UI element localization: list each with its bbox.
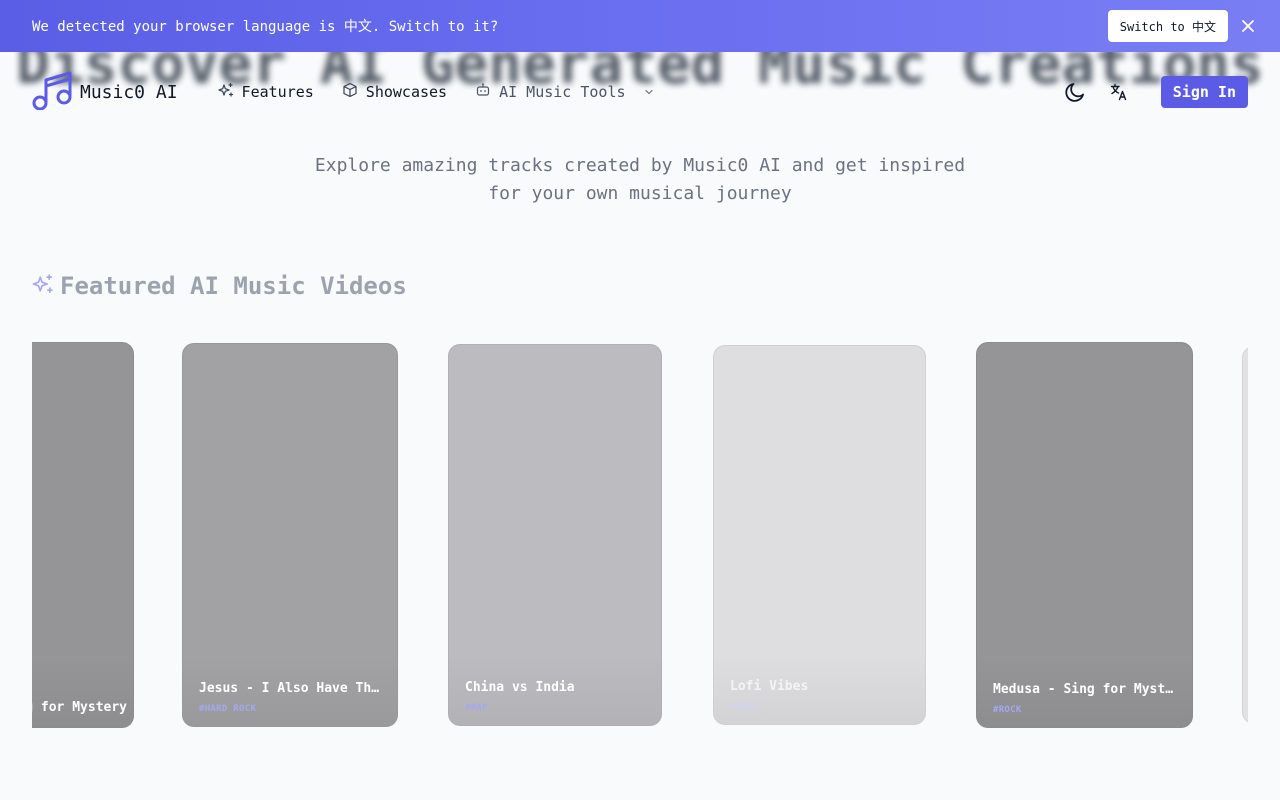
video-card-tag: #HARD ROCK <box>199 704 257 714</box>
nav-features-label: Features <box>241 83 314 101</box>
video-card-title: Medusa - Sing for Mystery <box>993 682 1176 697</box>
chevron-down-icon <box>644 83 654 101</box>
nav-ai-music-tools[interactable]: AI Music Tools <box>475 82 653 102</box>
language-banner-message: We detected your browser language is 中文.… <box>32 19 499 35</box>
video-card-tag: #RAP <box>465 703 488 713</box>
brand-link[interactable]: Music0 AI <box>32 70 178 114</box>
sparkles-icon <box>32 273 54 299</box>
translate-icon[interactable] <box>1101 74 1137 110</box>
nav-actions: Sign In <box>1057 74 1248 110</box>
hero-subtitle: Explore amazing tracks created by Music0… <box>0 152 1280 208</box>
sign-in-button[interactable]: Sign In <box>1160 76 1248 108</box>
video-card[interactable]: Medusa - Sing for Mystery #ROCK <box>976 342 1193 728</box>
switch-language-button[interactable]: Switch to 中文 <box>1107 10 1228 42</box>
video-card-title: Medusa - Sing for Mystery <box>32 700 127 715</box>
navbar: Music0 AI Features Showcases AI Music To… <box>0 52 1280 132</box>
nav-links: Features Showcases AI Music Tools <box>217 82 654 102</box>
hero-subtitle-line-2: for your own musical journey <box>488 183 792 204</box>
sparkles-icon <box>217 82 234 102</box>
video-card-tag: #ROCK <box>993 705 1022 715</box>
section-header: Featured AI Music Videos <box>32 272 407 300</box>
box-icon <box>342 82 358 102</box>
nav-ai-music-tools-label: AI Music Tools <box>499 83 626 101</box>
video-card[interactable]: Jesus - I Also Have Thorns #HARD ROCK <box>182 343 398 727</box>
video-card-title: China vs India <box>465 680 575 695</box>
video-card-tag: #LOFI <box>730 702 759 712</box>
bot-icon <box>475 82 491 102</box>
language-banner: We detected your browser language is 中文.… <box>0 0 1280 52</box>
nav-showcases-label: Showcases <box>365 83 448 101</box>
video-card-title: Lofi Vibes <box>730 679 809 694</box>
video-card-title: Jesus - I Also Have Thorns <box>199 681 381 696</box>
music-note-logo-icon <box>32 70 72 114</box>
brand-name: Music0 AI <box>80 81 178 103</box>
close-icon[interactable] <box>1236 14 1260 38</box>
video-card[interactable]: Lofi Vibes #LOFI <box>713 345 926 725</box>
video-card[interactable] <box>1242 346 1248 724</box>
video-carousel: Medusa - Sing for Mystery Jesus - I Also… <box>32 340 1248 740</box>
nav-showcases[interactable]: Showcases <box>342 82 447 102</box>
moon-icon[interactable] <box>1057 74 1093 110</box>
video-card[interactable]: China vs India #RAP <box>448 344 662 726</box>
nav-features[interactable]: Features <box>217 82 314 102</box>
section-title: Featured AI Music Videos <box>60 272 407 300</box>
video-card[interactable]: Medusa - Sing for Mystery <box>32 342 134 728</box>
hero-subtitle-line-1: Explore amazing tracks created by Music0… <box>314 155 966 176</box>
